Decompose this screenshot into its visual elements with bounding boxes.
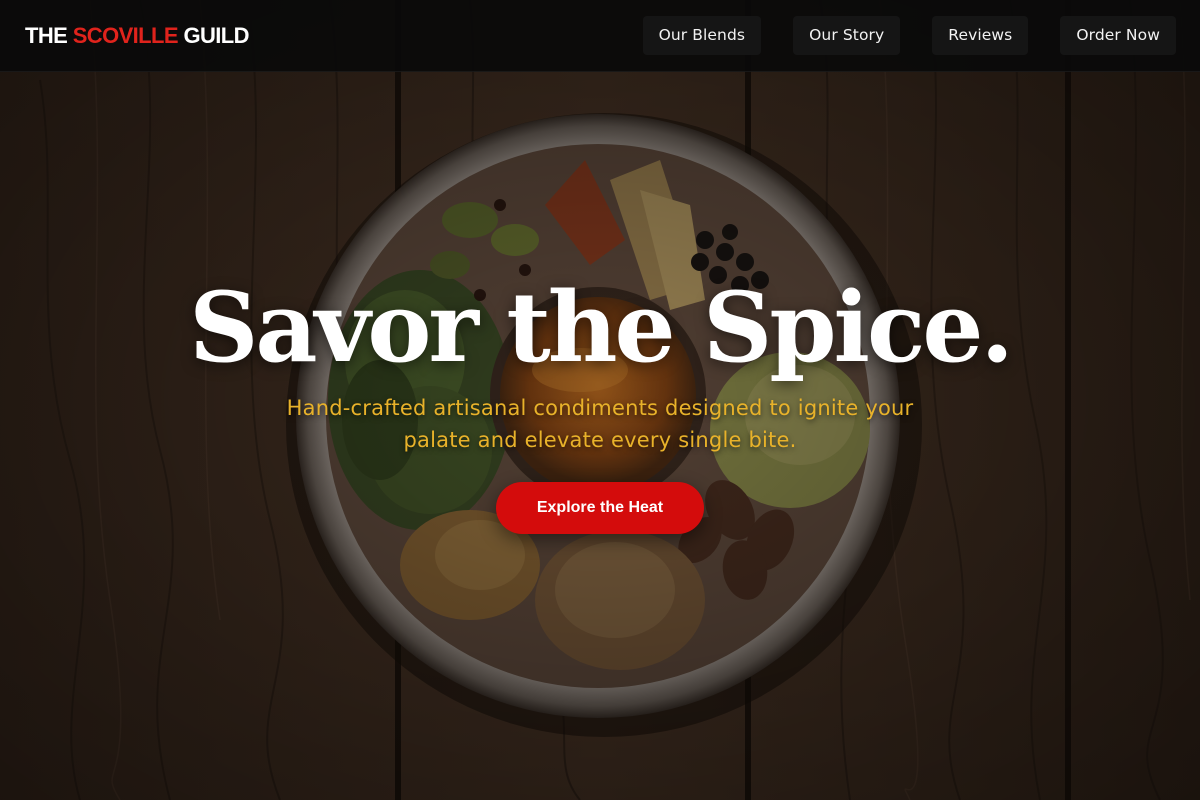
brand-text-guild: GUILD xyxy=(177,22,249,48)
nav-link-reviews[interactable]: Reviews xyxy=(932,16,1029,55)
explore-the-heat-button[interactable]: Explore the Heat xyxy=(496,482,704,534)
hero-subtitle: Hand-crafted artisanal condiments design… xyxy=(286,396,914,452)
top-navbar: THE SCOVILLE GUILD Our Blends Our Story … xyxy=(0,0,1200,72)
nav-link-order-now[interactable]: Order Now xyxy=(1060,16,1176,55)
hero-section: Savor the Spice. Hand-crafted artisanal … xyxy=(0,272,1200,534)
main-nav: Our Blends Our Story Reviews Order Now xyxy=(642,16,1176,55)
landing-page: THE SCOVILLE GUILD Our Blends Our Story … xyxy=(0,0,1200,800)
brand-text-scoville: SCOVILLE xyxy=(72,22,179,48)
hero-title: Savor the Spice. xyxy=(189,271,1014,384)
brand-text-the: THE xyxy=(25,22,73,48)
brand-logo[interactable]: THE SCOVILLE GUILD xyxy=(25,23,249,49)
nav-link-our-blends[interactable]: Our Blends xyxy=(642,16,762,55)
nav-link-our-story[interactable]: Our Story xyxy=(793,16,901,55)
